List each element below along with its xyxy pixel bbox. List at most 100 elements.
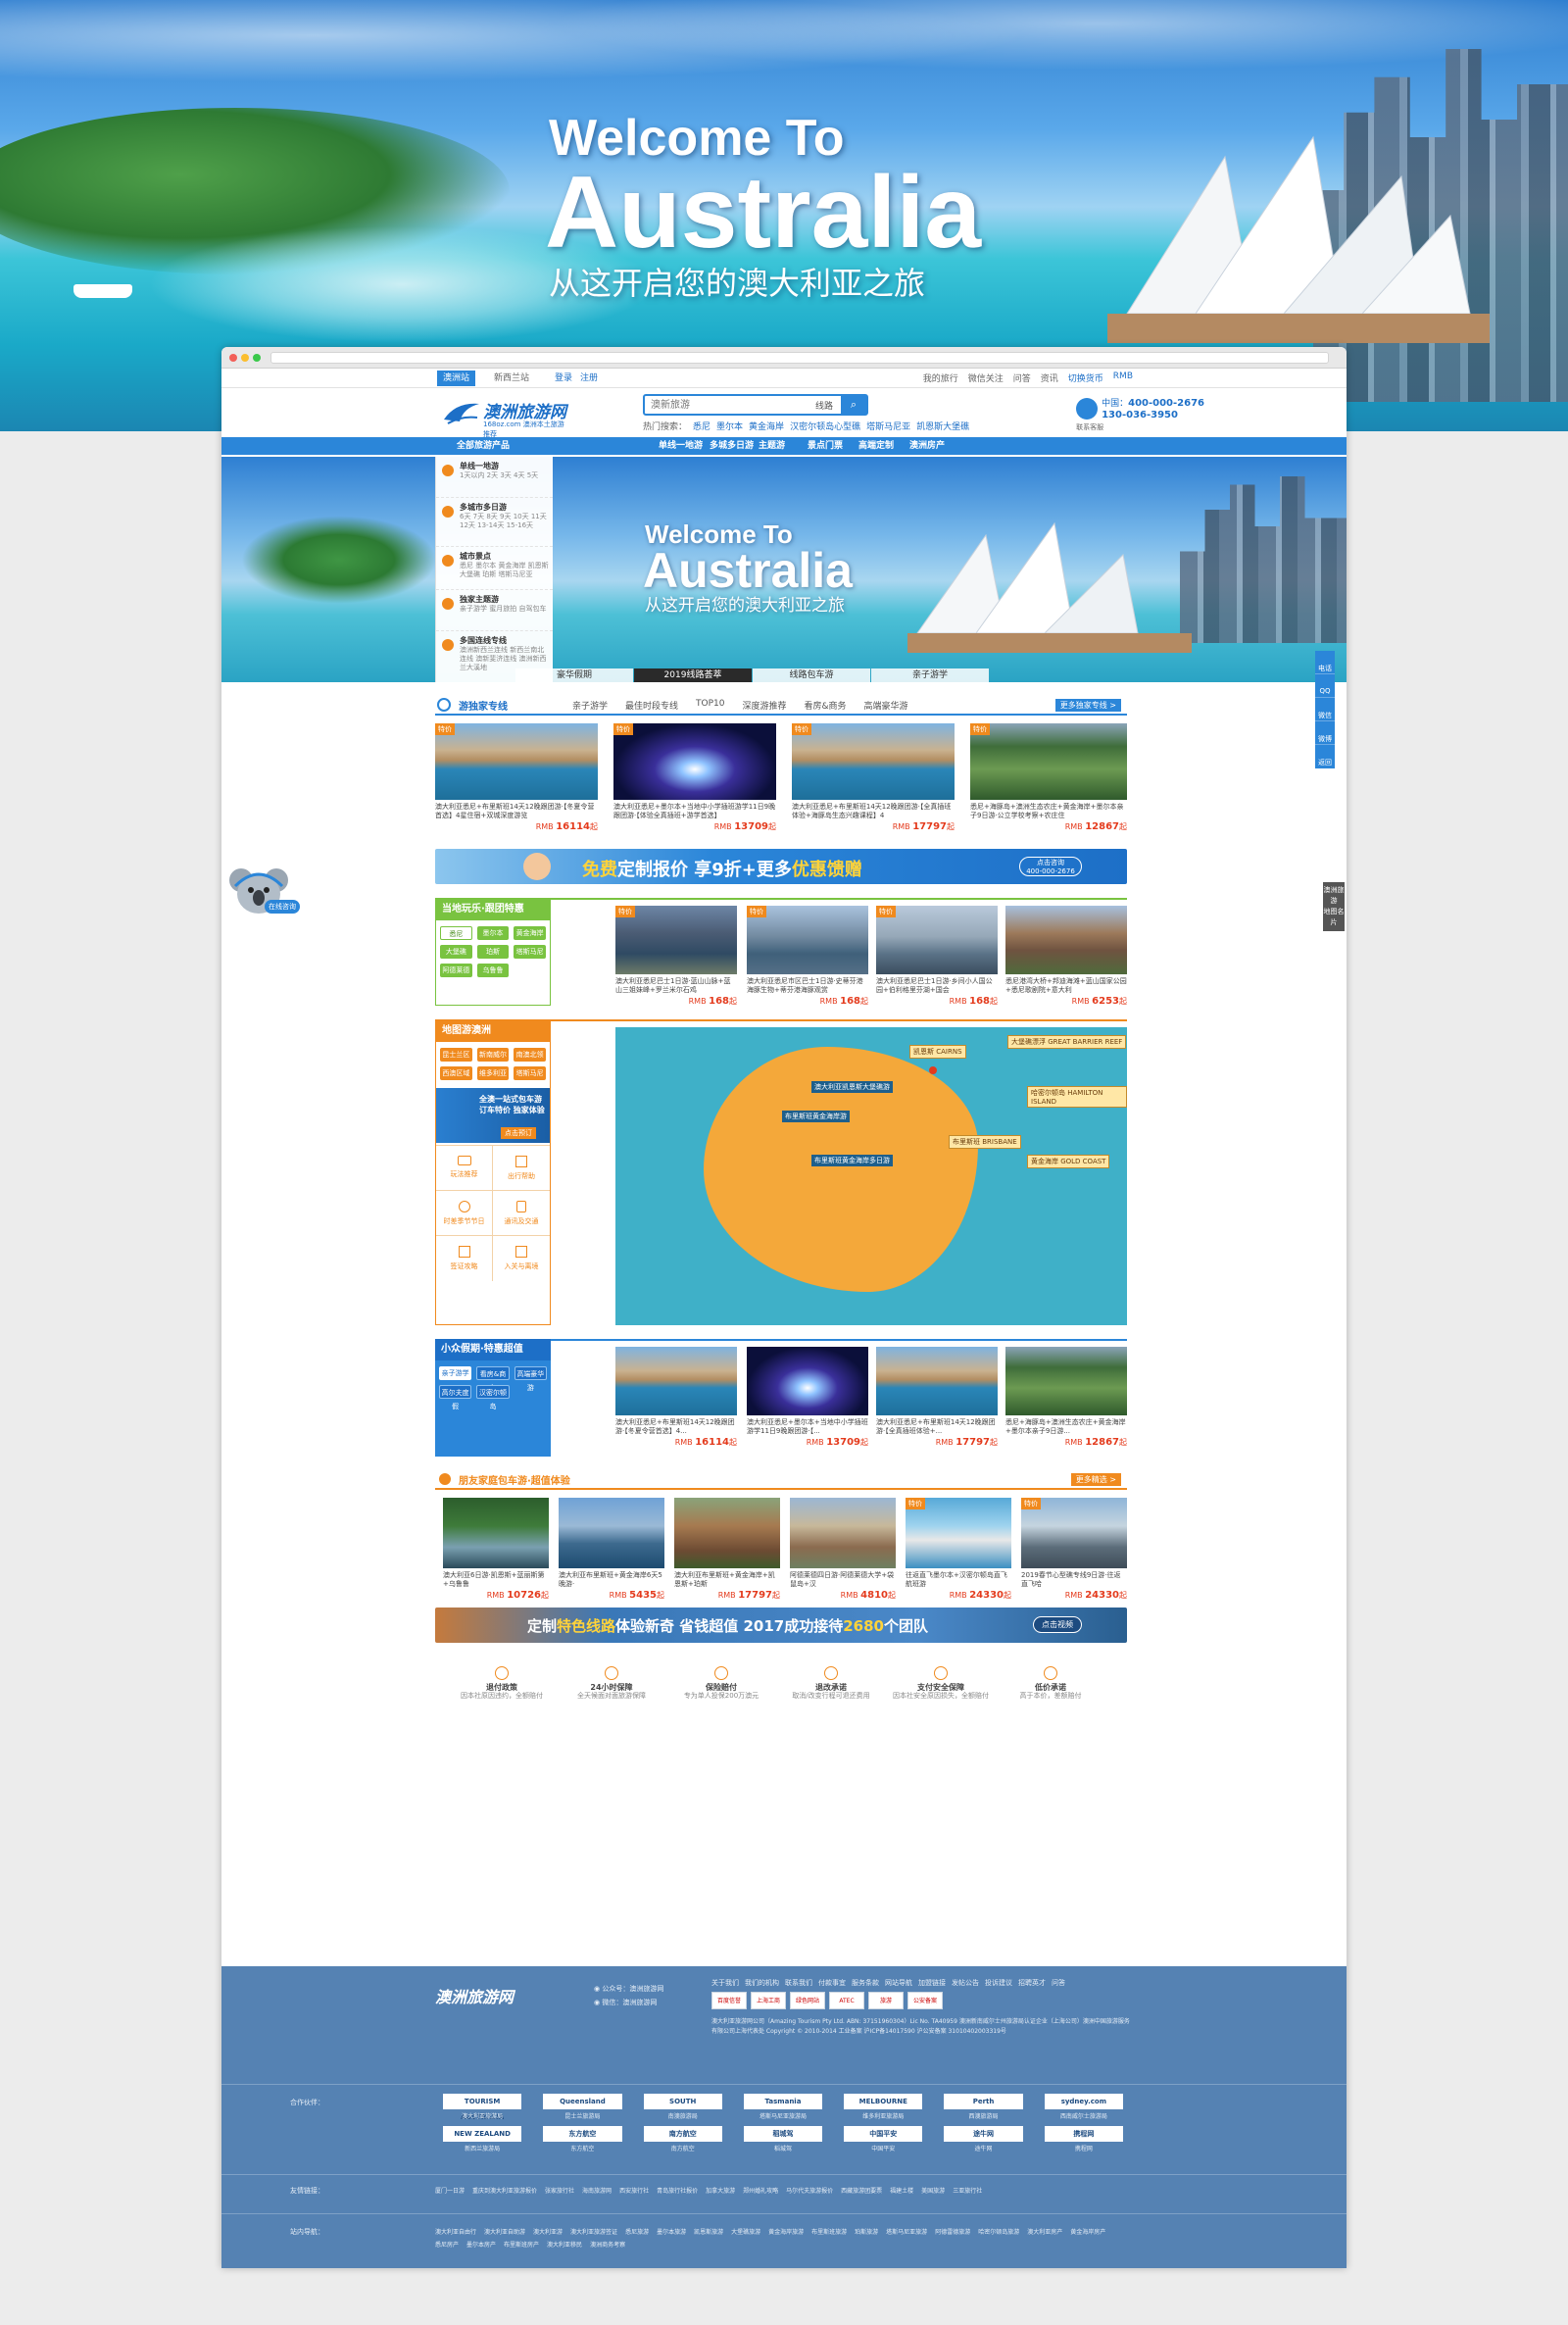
partner-item[interactable]: Tasmania 塔斯马尼亚旅游局 bbox=[736, 2094, 830, 2120]
friend-link[interactable]: 青岛旅行社报价 bbox=[657, 2186, 698, 2195]
play-video-button[interactable]: 点击视频 bbox=[1033, 1616, 1082, 1633]
map-label[interactable]: 大堡礁漂浮 GREAT BARRIER REEF bbox=[1007, 1035, 1127, 1049]
nav-item[interactable]: 景点门票 bbox=[808, 437, 843, 455]
partner-item[interactable]: sydney.com 西南威尔士旅游局 bbox=[1037, 2094, 1131, 2120]
section-tab[interactable]: TOP10 bbox=[696, 699, 724, 712]
friend-link[interactable]: 西藏旅游团要票 bbox=[841, 2186, 882, 2195]
tour-card[interactable]: 悉尼港湾大桥+邦迪海滩+蓝山国家公园+悉尼歌剧院+意大利 RMB 6253起 bbox=[1005, 906, 1127, 1007]
customer-service-label[interactable]: 联系客服 bbox=[1076, 421, 1204, 433]
nav-item[interactable]: 单线一地游 bbox=[659, 437, 703, 455]
site-nav-link[interactable]: 黄金海岸旅游 bbox=[768, 2227, 804, 2236]
section-tab[interactable]: 亲子游学 bbox=[572, 699, 608, 712]
tour-card[interactable]: 澳大利亚6日游·凯恩斯+蓝丽斯第+乌鲁鲁 RMB 10726起 bbox=[443, 1498, 549, 1601]
city-chip[interactable]: 塔斯马尼亚 bbox=[514, 945, 546, 969]
footer-link[interactable]: 联系我们 bbox=[785, 1978, 812, 1988]
partner-item[interactable]: SOUTH 南澳旅游局 bbox=[636, 2094, 730, 2120]
tab-australia[interactable]: 澳洲站 bbox=[437, 371, 476, 386]
section-tab[interactable]: 深度游推荐 bbox=[743, 699, 787, 712]
tour-card[interactable]: 特价 澳大利亚悉尼巴士1日游·蓝山山脉+蓝山三姐妹峰+罗兰米尔石鸡 RMB 16… bbox=[615, 906, 737, 1007]
custom-route-promo[interactable]: 定制特色线路体验新奇 省钱超值 2017成功接待2680个团队 点击视频 bbox=[435, 1608, 1127, 1643]
main-banner[interactable]: Welcome To Australia 从这开启您的澳大利亚之旅 豪华假期 2… bbox=[221, 457, 1347, 682]
site-nav-link[interactable]: 大堡礁旅游 bbox=[731, 2227, 760, 2236]
site-nav-link[interactable]: 哈密尔顿岛旅游 bbox=[978, 2227, 1019, 2236]
phone-icon[interactable]: 电话 bbox=[1315, 651, 1335, 674]
map-route[interactable]: 澳大利亚凯恩斯大堡礁游 bbox=[811, 1081, 893, 1093]
footer-link[interactable]: 加盟链接 bbox=[918, 1978, 946, 1988]
site-nav-link[interactable]: 布里斯班房产 bbox=[504, 2240, 539, 2249]
site-nav-link[interactable]: 澳大利亚移民 bbox=[547, 2240, 582, 2249]
footer-link[interactable]: 服务条款 bbox=[852, 1978, 879, 1988]
tour-card[interactable]: 特价 澳大利亚悉尼市区巴士1日游·史蒂芬港海豚生物+蒂芬港海豚观赏 RMB 16… bbox=[747, 906, 868, 1007]
tour-card[interactable]: 特价 2019春节心型礁专线9日游·往返直飞哈 RMB 24330起 bbox=[1021, 1498, 1127, 1601]
footer-link[interactable]: 发帖公告 bbox=[952, 1978, 979, 1988]
nav-item[interactable]: 澳洲房产 bbox=[909, 437, 945, 455]
friend-link[interactable]: 美国旅游 bbox=[921, 2186, 945, 2195]
map-label[interactable]: 哈密尔顿岛 HAMILTON ISLAND bbox=[1027, 1086, 1127, 1108]
info-cell[interactable]: 入关与离境 bbox=[493, 1236, 550, 1281]
tour-card[interactable]: 澳大利亚布里斯班+黄金海岸6天5晚游· RMB 5435起 bbox=[559, 1498, 664, 1601]
tour-card[interactable]: 澳大利亚悉尼+布里斯班14天12晚跟团游·【冬夏令营首选】4... RMB 16… bbox=[615, 1347, 737, 1448]
consult-button[interactable]: 点击咨询 400-000-2676 bbox=[1019, 857, 1082, 876]
section-tab[interactable]: 看房&商务 bbox=[805, 699, 847, 712]
region-chip[interactable]: 南澳北领地 bbox=[514, 1048, 546, 1072]
footer-link[interactable]: 付款事宜 bbox=[818, 1978, 846, 1988]
cert-badge[interactable]: 旅游 bbox=[868, 1992, 904, 2009]
cert-badge[interactable]: 绿色网站 bbox=[790, 1992, 825, 2009]
footer-link[interactable]: 问答 bbox=[1052, 1978, 1065, 1988]
nav-all-products[interactable]: 全部旅游产品 bbox=[457, 437, 510, 455]
city-chip[interactable]: 墨尔本 bbox=[476, 926, 510, 940]
tour-card[interactable]: 澳大利亚悉尼+墨尔本+当地中小学插班游学11日9晚跟团游·【... RMB 13… bbox=[747, 1347, 868, 1448]
site-nav-link[interactable]: 珀斯旅游 bbox=[855, 2227, 878, 2236]
friend-link[interactable]: 郑州婚礼攻略 bbox=[743, 2186, 778, 2195]
site-nav-link[interactable]: 澳大利亚游 bbox=[533, 2227, 563, 2236]
site-logo[interactable]: 澳洲旅游网 168oz.com 澳洲本土旅游推荐 bbox=[442, 398, 569, 438]
chat-label[interactable]: 在线咨询 bbox=[265, 900, 300, 914]
friend-link[interactable]: 重庆到澳大利亚旅游报价 bbox=[472, 2186, 537, 2195]
nav-item[interactable]: 多城多日游 bbox=[710, 437, 754, 455]
partner-item[interactable]: Perth 西澳旅游局 bbox=[936, 2094, 1030, 2120]
side-menu-category[interactable]: 多城市多日游 6天 7天 8天 9天 10天 11天 12天 13-14天 15… bbox=[436, 498, 553, 547]
tour-card[interactable]: 阿德莱德四日游·阿德莱德大学+袋鼠岛+汉 RMB 4810起 bbox=[790, 1498, 896, 1601]
region-chip[interactable]: 昆士兰区域 bbox=[440, 1048, 472, 1072]
currency-value[interactable]: RMB bbox=[1113, 371, 1133, 384]
section-tab[interactable]: 高端豪华游 bbox=[864, 699, 908, 712]
info-cell[interactable]: 玩法推荐 bbox=[436, 1146, 493, 1191]
tab-new-zealand[interactable]: 新西兰站 bbox=[488, 371, 535, 386]
friend-link[interactable]: 张家旅行社 bbox=[545, 2186, 574, 2195]
region-chip[interactable]: 维多利亚 bbox=[476, 1066, 510, 1080]
partner-item[interactable]: 携程网 携程网 bbox=[1037, 2126, 1131, 2152]
tour-card[interactable]: 澳大利亚布里斯班+黄金海岸+凯恩斯+珀斯 RMB 17797起 bbox=[674, 1498, 780, 1601]
region-chip[interactable]: 新南威尔士 bbox=[476, 1048, 510, 1072]
footer-link[interactable]: 关于我们 bbox=[711, 1978, 739, 1988]
friend-link[interactable]: 厦门一日游 bbox=[435, 2186, 465, 2195]
footer-link[interactable]: 招聘英才 bbox=[1018, 1978, 1046, 1988]
city-chip[interactable]: 悉尼 bbox=[440, 926, 472, 940]
side-quick-link[interactable]: 地图名片 bbox=[1323, 907, 1345, 928]
tour-card[interactable]: 澳大利亚悉尼+布里斯班14天12晚跟团游·【全真插班体验+... RMB 177… bbox=[876, 1347, 998, 1448]
footer-link[interactable]: 我们的机构 bbox=[745, 1978, 779, 1988]
friend-link[interactable]: 海南旅游网 bbox=[582, 2186, 612, 2195]
australia-illustrated-map[interactable]: 大堡礁漂浮 GREAT BARRIER REEF 凯恩斯 CAIRNS 哈密尔顿… bbox=[615, 1027, 1127, 1325]
hot-search-item[interactable]: 墨尔本 bbox=[716, 420, 743, 432]
hot-search-item[interactable]: 塔斯马尼亚 bbox=[866, 420, 910, 432]
site-nav-link[interactable]: 澳大利亚房产 bbox=[1027, 2227, 1062, 2236]
nav-item[interactable]: 高端定制 bbox=[858, 437, 894, 455]
address-bar[interactable] bbox=[270, 352, 1329, 364]
banner-tab[interactable]: 线路包车游 bbox=[753, 668, 870, 682]
partner-item[interactable]: 东方航空 东方航空 bbox=[535, 2126, 629, 2152]
cert-badge[interactable]: 上海工商 bbox=[751, 1992, 786, 2009]
more-link[interactable]: 更多精选 > bbox=[1070, 1473, 1121, 1486]
map-route[interactable]: 布里斯班黄金海岸游 bbox=[782, 1111, 850, 1122]
niche-chip[interactable]: 汉密尔顿岛 bbox=[476, 1385, 510, 1410]
car-rental-banner[interactable]: 全澳一站式包车游 订车特价 独家体验 点击预订 bbox=[436, 1088, 550, 1143]
custom-quote-promo[interactable]: 免费定制报价 享9折+更多优惠馈赠 点击咨询 400-000-2676 bbox=[435, 849, 1127, 884]
hot-search-item[interactable]: 凯恩斯大堡礁 bbox=[916, 420, 969, 432]
site-nav-link[interactable]: 悉尼旅游 bbox=[625, 2227, 649, 2236]
tour-card[interactable]: 特价 澳大利亚悉尼巴士1日游·乡间小人国公园+伯利格里芬湖+国会 RMB 168… bbox=[876, 906, 998, 1007]
city-chip[interactable]: 阿德莱德 bbox=[440, 964, 472, 977]
customer-service-icon[interactable] bbox=[1076, 398, 1099, 420]
partner-item[interactable]: 途牛网 途牛网 bbox=[936, 2126, 1030, 2152]
site-nav-link[interactable]: 澳大利亚自由行 bbox=[435, 2227, 476, 2236]
partner-item[interactable]: NEW ZEALAND 新西兰旅游局 bbox=[435, 2126, 529, 2152]
banner-tab-active[interactable]: 2019线路荟萃 bbox=[634, 668, 752, 682]
